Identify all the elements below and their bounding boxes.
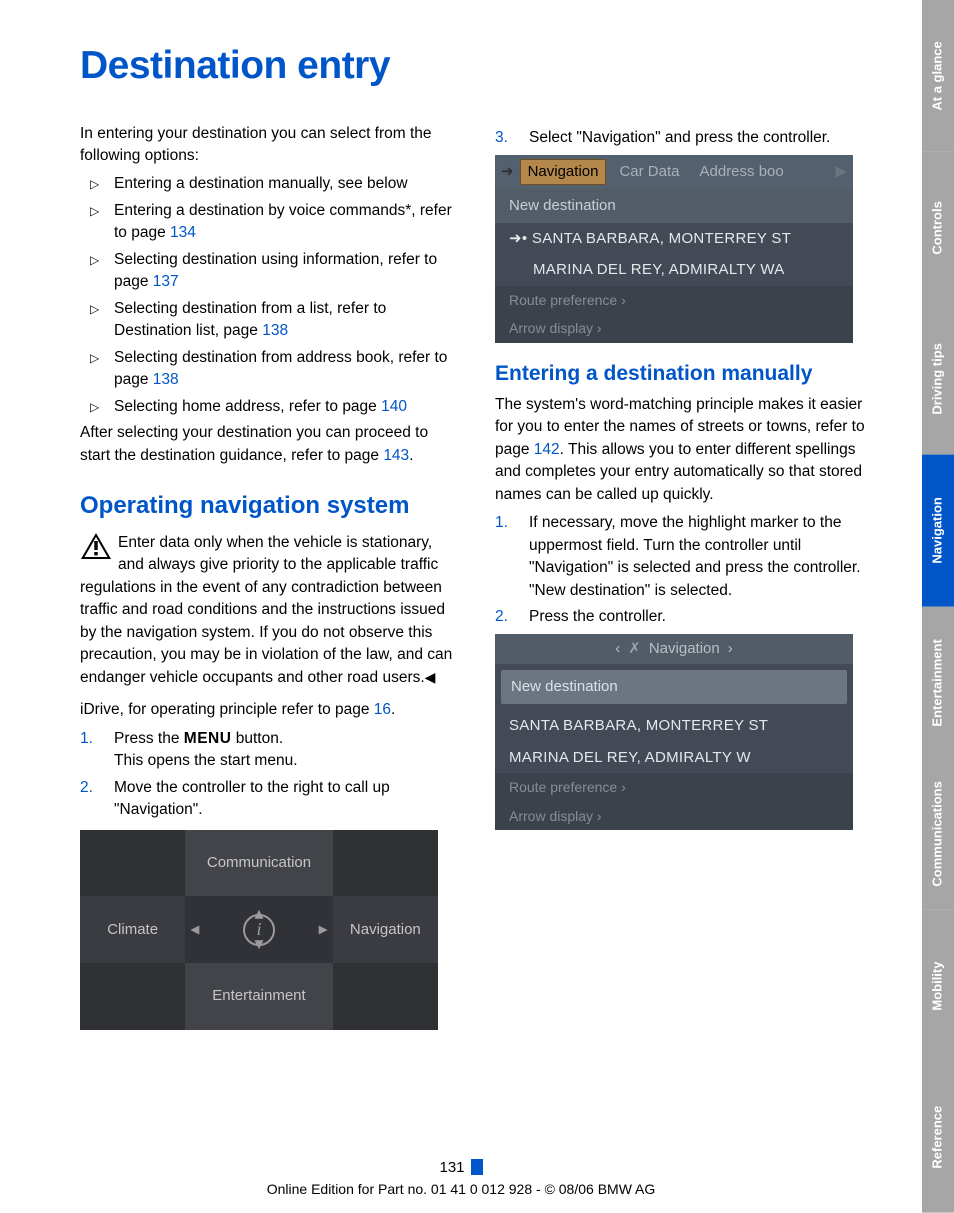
- list-item: 2.Move the controller to the right to ca…: [80, 777, 455, 822]
- left-column: In entering your destination you can sel…: [80, 123, 455, 1030]
- list-item: Entering a destination manually, see bel…: [80, 173, 455, 195]
- step-number: 1.: [80, 728, 106, 750]
- tab-reference[interactable]: Reference: [922, 1061, 954, 1213]
- list-item: 3.Select "Navigation" and press the cont…: [495, 127, 870, 149]
- screen-route-preference: Route preference ›: [495, 773, 853, 801]
- screen-title: Navigation: [649, 638, 720, 660]
- heading-operating: Operating navigation system: [80, 489, 455, 524]
- tab-communications[interactable]: Communications: [922, 758, 954, 910]
- chevron-right-icon: ›: [728, 638, 733, 660]
- tab-navigation[interactable]: Navigation: [922, 455, 954, 607]
- list-item: 1.If necessary, move the highlight marke…: [495, 512, 870, 602]
- menu-entertainment: Entertainment: [185, 963, 332, 1030]
- chevron-left-icon: ▴: [181, 925, 207, 934]
- page-ref-link[interactable]: 142: [534, 441, 560, 458]
- chevron-left-icon: ‹: [615, 638, 620, 660]
- list-item: Selecting destination from a list, refer…: [80, 298, 455, 343]
- screen-arrow-display: Arrow display ›: [495, 802, 853, 830]
- page-ref-link[interactable]: 134: [170, 224, 196, 241]
- menu-navigation: Navigation: [333, 896, 438, 963]
- chevron-up-icon: ▴: [254, 900, 263, 926]
- page-footer: 131 Online Edition for Part no. 01 41 0 …: [0, 1157, 922, 1199]
- menu-center: ▴ ▴ ▴ ▴ i: [185, 896, 332, 963]
- tab-mobility[interactable]: Mobility: [922, 910, 954, 1062]
- screen-route-preference: Route preference ›: [495, 286, 853, 314]
- screen-tab-navigation: Navigation: [520, 159, 607, 185]
- after-options-text: After selecting your destination you can…: [80, 422, 455, 467]
- step-3: 3.Select "Navigation" and press the cont…: [495, 127, 870, 149]
- step-number: 2.: [495, 606, 521, 628]
- chapter-tabs: At a glance Controls Driving tips Naviga…: [922, 0, 954, 1213]
- list-item: Entering a destination by voice commands…: [80, 200, 455, 245]
- intro-text: In entering your destination you can sel…: [80, 123, 455, 168]
- tab-entertainment[interactable]: Entertainment: [922, 607, 954, 759]
- idrive-menu-graphic: Communication Climate ▴ ▴ ▴ ▴ i Navigati…: [80, 830, 438, 1030]
- page-ref-link[interactable]: 143: [383, 447, 409, 464]
- steps-left: 1.Press the MENU button.This opens the s…: [80, 728, 455, 822]
- page-number: 131: [439, 1159, 464, 1176]
- chevron-down-icon: ▴: [254, 933, 263, 959]
- menu-communication: Communication: [185, 830, 332, 897]
- page-ref-link[interactable]: 138: [262, 322, 288, 339]
- list-item: 2.Press the controller.: [495, 606, 870, 628]
- page-ref-link[interactable]: 140: [381, 398, 407, 415]
- list-item: Selecting destination from address book,…: [80, 347, 455, 392]
- page-marker-icon: [471, 1159, 483, 1175]
- screen-new-destination-selected: New destination: [501, 670, 847, 704]
- screen-tabs: ➜ Navigation Car Data Address boo ▶: [495, 155, 853, 189]
- list-item: Selecting destination using information,…: [80, 249, 455, 294]
- satellite-icon: ✗: [628, 638, 641, 660]
- footer-copyright: Online Edition for Part no. 01 41 0 012 …: [0, 1179, 922, 1199]
- screen-tab-addressbook: Address boo: [693, 160, 791, 184]
- content-area: Destination entry In entering your desti…: [80, 38, 870, 1030]
- tab-driving-tips[interactable]: Driving tips: [922, 303, 954, 455]
- options-list: Entering a destination manually, see bel…: [80, 173, 455, 418]
- idrive-ref: iDrive, for operating principle refer to…: [80, 699, 455, 721]
- warning-icon: [80, 532, 112, 560]
- page-title: Destination entry: [80, 38, 870, 95]
- step-number: 2.: [80, 777, 106, 799]
- tab-at-a-glance[interactable]: At a glance: [922, 0, 954, 152]
- menu-button-label: MENU: [184, 730, 232, 747]
- page-ref-link[interactable]: 138: [153, 371, 179, 388]
- heading-manual: Entering a destination manually: [495, 361, 870, 386]
- screen-arrow-display: Arrow display ›: [495, 314, 853, 342]
- screen-tab-cardata: Car Data: [612, 160, 686, 184]
- idrive-screen-1: ➜ Navigation Car Data Address boo ▶ New …: [495, 155, 853, 343]
- page-ref-link[interactable]: 137: [153, 273, 179, 290]
- manual-para: The system's word-matching principle mak…: [495, 394, 870, 506]
- chevron-right-icon: ▴: [311, 925, 337, 934]
- screen-dest-row: SANTA BARBARA, MONTERREY ST: [495, 710, 853, 742]
- step-number: 3.: [495, 127, 521, 149]
- steps-right: 1.If necessary, move the highlight marke…: [495, 512, 870, 628]
- page-ref-link[interactable]: 16: [374, 701, 391, 718]
- right-column: 3.Select "Navigation" and press the cont…: [495, 123, 870, 1030]
- idrive-screen-2: ‹ ✗ Navigation › New destination SANTA B…: [495, 634, 853, 830]
- screen-header: ‹ ✗ Navigation ›: [495, 634, 853, 664]
- screen-new-destination: New destination: [495, 189, 853, 223]
- list-item: Selecting home address, refer to page 14…: [80, 396, 455, 418]
- page: At a glance Controls Driving tips Naviga…: [0, 0, 954, 1213]
- step-number: 1.: [495, 512, 521, 534]
- screen-dest-row: MARINA DEL REY, ADMIRALTY W: [495, 742, 853, 774]
- end-mark-icon: ◀: [425, 669, 436, 685]
- screen-dest-row: ➜• SANTA BARBARA, MONTERREY ST: [495, 223, 853, 255]
- tab-controls[interactable]: Controls: [922, 152, 954, 304]
- list-item: 1.Press the MENU button.This opens the s…: [80, 728, 455, 773]
- scroll-right-icon: ▶: [835, 161, 847, 183]
- arrow-icon: ➜•: [509, 230, 532, 247]
- warning-box: Enter data only when the vehicle is stat…: [80, 532, 455, 689]
- screen-dest-row: MARINA DEL REY, ADMIRALTY WA: [495, 254, 853, 286]
- menu-climate: Climate: [80, 896, 185, 963]
- warning-text: Enter data only when the vehicle is stat…: [80, 534, 452, 686]
- arrow-icon: ➜: [501, 161, 514, 183]
